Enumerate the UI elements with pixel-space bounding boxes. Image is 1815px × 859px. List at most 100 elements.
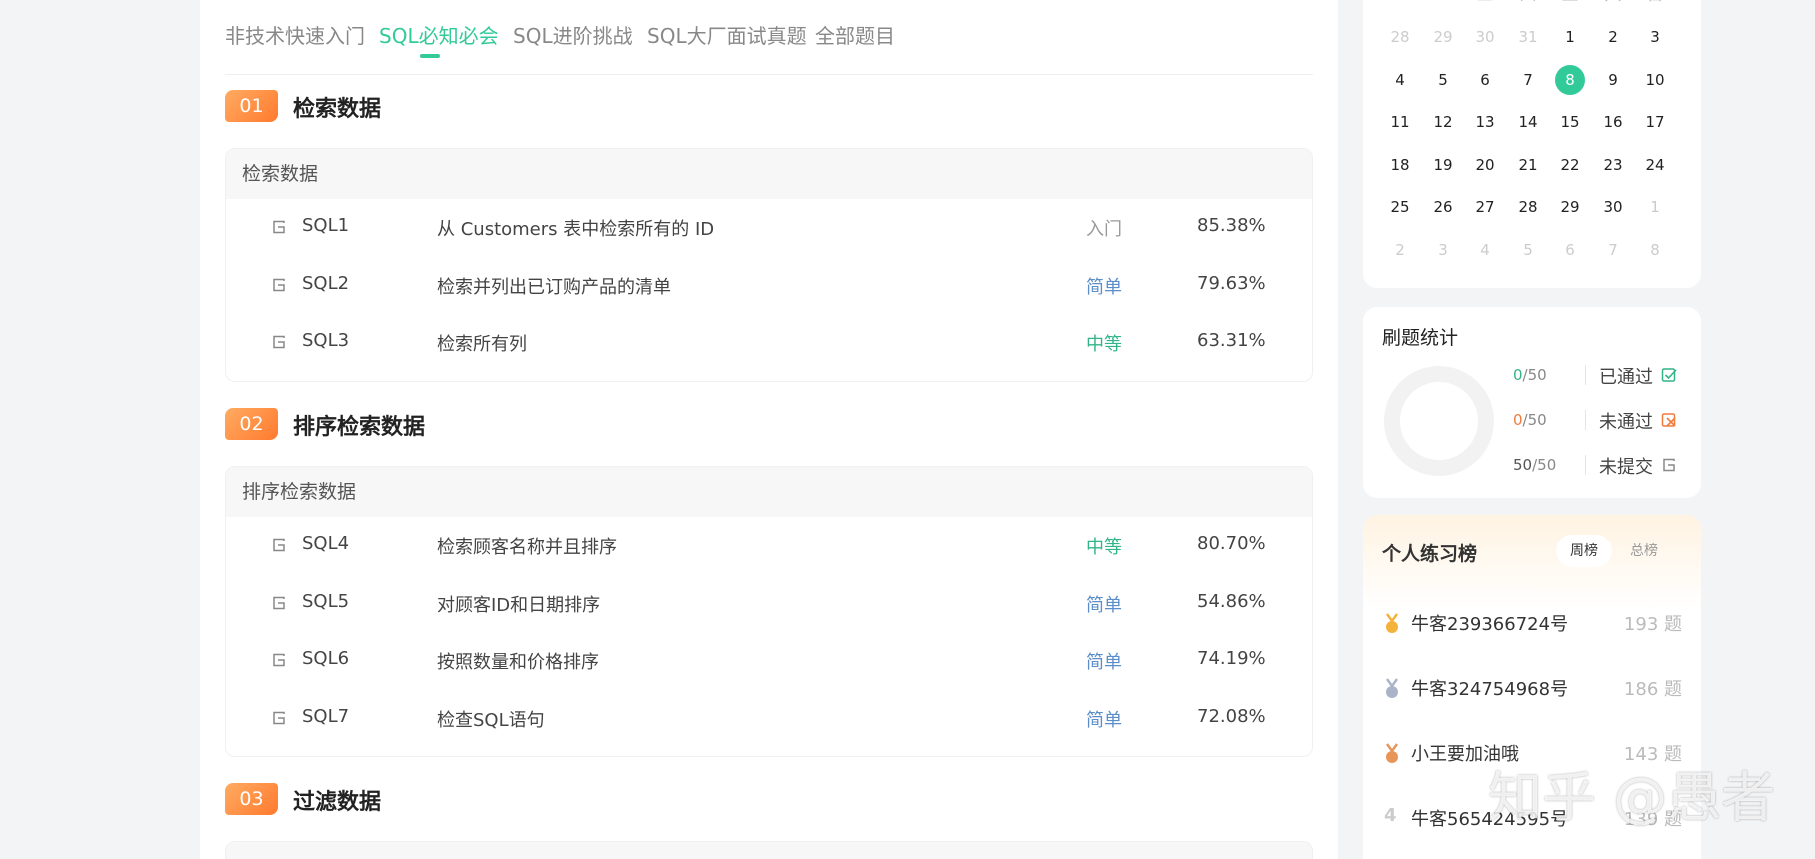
- cross-icon: [1661, 413, 1676, 427]
- leaderboard-title: 个人练习榜: [1382, 543, 1478, 565]
- calendar-day[interactable]: 3: [1640, 22, 1670, 52]
- problem-name[interactable]: 按照数量和价格排序: [437, 648, 599, 674]
- calendar-day[interactable]: 6: [1555, 235, 1585, 265]
- bronze-medal-icon: [1386, 743, 1398, 763]
- calendar-day[interactable]: 28: [1513, 192, 1543, 222]
- problem-name[interactable]: 检索并列出已订购产品的清单: [437, 273, 671, 299]
- calendar-day[interactable]: 17: [1640, 107, 1670, 137]
- leaderboard-item[interactable]: 牛客239366724号 193 题: [1382, 608, 1682, 638]
- pass-rate: 74.19%: [1197, 648, 1266, 669]
- tab-sql-must-know[interactable]: SQL必知必会: [379, 20, 499, 49]
- user-name[interactable]: 牛客324754968号: [1411, 675, 1568, 701]
- stats-count: 0/50: [1513, 366, 1547, 384]
- problem-row[interactable]: SQL1 从 Customers 表中检索所有的 ID 入门 85.38%: [226, 199, 1312, 257]
- section-number-badge: 01: [225, 90, 278, 122]
- calendar: 一二三四五六日282930311234567891011121314151617…: [1363, 0, 1701, 288]
- calendar-day[interactable]: 11: [1385, 107, 1415, 137]
- calendar-day[interactable]: 28: [1385, 22, 1415, 52]
- problem-code[interactable]: SQL6: [302, 648, 349, 669]
- problem-code[interactable]: SQL3: [302, 330, 349, 351]
- pass-rate: 72.08%: [1197, 705, 1266, 727]
- calendar-day-today[interactable]: 8: [1555, 65, 1585, 95]
- calendar-day[interactable]: 9: [1598, 65, 1628, 95]
- calendar-day[interactable]: 30: [1598, 192, 1628, 222]
- problem-name[interactable]: 检索所有列: [437, 330, 527, 356]
- calendar-day[interactable]: 20: [1470, 150, 1500, 180]
- pending-icon: [273, 653, 285, 667]
- problem-row[interactable]: SQL6 按照数量和价格排序 简单 74.19%: [226, 632, 1312, 690]
- user-name[interactable]: 牛客239366724号: [1411, 610, 1568, 636]
- calendar-day[interactable]: 31: [1513, 22, 1543, 52]
- silver-medal-icon: [1386, 678, 1398, 698]
- calendar-day[interactable]: 16: [1598, 107, 1628, 137]
- calendar-day[interactable]: 13: [1470, 107, 1500, 137]
- weekday-label: 四: [1513, 0, 1543, 10]
- problem-name[interactable]: 对顾客ID和日期排序: [437, 591, 600, 617]
- calendar-day[interactable]: 5: [1513, 235, 1543, 265]
- divider: [1585, 410, 1586, 430]
- calendar-day[interactable]: 22: [1555, 150, 1585, 180]
- calendar-day[interactable]: 3: [1428, 235, 1458, 265]
- calendar-day[interactable]: 8: [1640, 235, 1670, 265]
- calendar-day[interactable]: 14: [1513, 107, 1543, 137]
- tab-total[interactable]: 总榜: [1616, 535, 1672, 567]
- problem-row[interactable]: SQL2 检索并列出已订购产品的清单 简单 79.63%: [226, 257, 1312, 315]
- tab-non-tech-intro[interactable]: 非技术快速入门: [225, 20, 365, 49]
- pending-icon: [273, 220, 285, 234]
- problem-code[interactable]: SQL7: [302, 706, 349, 727]
- stats-row-failed: 0/50 未通过: [1513, 408, 1683, 433]
- problem-code[interactable]: SQL4: [302, 533, 349, 554]
- card-title: [226, 842, 1312, 859]
- calendar-day[interactable]: 5: [1428, 65, 1458, 95]
- stats-count: 0/50: [1513, 411, 1547, 429]
- calendar-day[interactable]: 27: [1470, 192, 1500, 222]
- section-title: 检索数据: [293, 97, 382, 122]
- calendar-day[interactable]: 30: [1470, 22, 1500, 52]
- calendar-day[interactable]: 18: [1385, 150, 1415, 180]
- problem-name[interactable]: 检查SQL语句: [437, 706, 545, 732]
- problem-row[interactable]: SQL7 检查SQL语句 简单 72.08%: [226, 690, 1312, 748]
- pending-icon: [1663, 458, 1675, 472]
- tab-weekly[interactable]: 周榜: [1556, 535, 1612, 567]
- weekday-label: 三: [1470, 0, 1500, 10]
- calendar-day[interactable]: 7: [1513, 65, 1543, 95]
- calendar-day[interactable]: 21: [1513, 150, 1543, 180]
- calendar-day[interactable]: 15: [1555, 107, 1585, 137]
- difficulty-label: 入门: [1086, 219, 1122, 240]
- calendar-day[interactable]: 23: [1598, 150, 1628, 180]
- section-number-badge: 03: [225, 783, 278, 815]
- calendar-day[interactable]: 25: [1385, 192, 1415, 222]
- calendar-day[interactable]: 7: [1598, 235, 1628, 265]
- problem-row[interactable]: SQL4 检索顾客名称并且排序 中等 80.70%: [226, 517, 1312, 575]
- problem-row[interactable]: SQL5 对顾客ID和日期排序 简单 54.86%: [226, 575, 1312, 633]
- calendar-day[interactable]: 1: [1640, 192, 1670, 222]
- calendar-day[interactable]: 26: [1428, 192, 1458, 222]
- tab-sql-advanced[interactable]: SQL进阶挑战: [513, 20, 633, 49]
- calendar-day[interactable]: 2: [1385, 235, 1415, 265]
- calendar-day[interactable]: 4: [1385, 65, 1415, 95]
- gold-medal-icon: [1386, 613, 1398, 633]
- tab-sql-interview[interactable]: SQL大厂面试真题: [647, 20, 807, 49]
- problem-code[interactable]: SQL5: [302, 591, 349, 612]
- weekday-label: 日: [1640, 0, 1670, 10]
- rank-number: 4: [1384, 805, 1397, 826]
- tab-all-problems[interactable]: 全部题目: [815, 20, 895, 49]
- problem-code[interactable]: SQL2: [302, 273, 349, 294]
- calendar-day[interactable]: 24: [1640, 150, 1670, 180]
- problem-name[interactable]: 检索顾客名称并且排序: [437, 533, 617, 559]
- calendar-day[interactable]: 12: [1428, 107, 1458, 137]
- calendar-day[interactable]: 10: [1640, 65, 1670, 95]
- calendar-day[interactable]: 29: [1428, 22, 1458, 52]
- problem-row[interactable]: SQL3 检索所有列 中等 63.31%: [226, 314, 1312, 372]
- problem-name[interactable]: 从 Customers 表中检索所有的 ID: [437, 215, 714, 241]
- problem-code[interactable]: SQL1: [302, 215, 349, 236]
- calendar-day[interactable]: 4: [1470, 235, 1500, 265]
- category-tabs: 非技术快速入门 SQL必知必会 SQL进阶挑战 SQL大厂面试真题 全部题目: [225, 0, 1313, 75]
- calendar-day[interactable]: 2: [1598, 22, 1628, 52]
- calendar-day[interactable]: 1: [1555, 22, 1585, 52]
- leaderboard-item[interactable]: 牛客324754968号 186 题: [1382, 673, 1682, 703]
- calendar-day[interactable]: 6: [1470, 65, 1500, 95]
- calendar-day[interactable]: 19: [1428, 150, 1458, 180]
- calendar-day[interactable]: 29: [1555, 192, 1585, 222]
- difficulty-label: 简单: [1086, 709, 1122, 731]
